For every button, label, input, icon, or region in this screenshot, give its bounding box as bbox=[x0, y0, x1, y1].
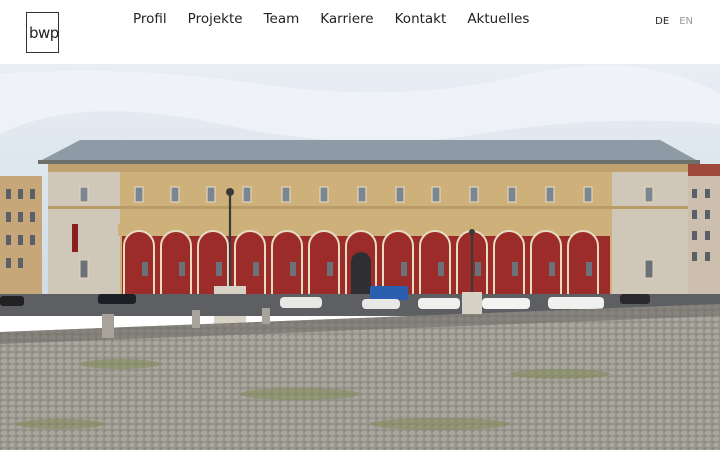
nav-item-karriere[interactable]: Karriere bbox=[320, 11, 373, 27]
nav-item-aktuelles[interactable]: Aktuelles bbox=[467, 11, 529, 27]
site-header: bwp Profil Projekte Team Karriere Kontak… bbox=[0, 0, 720, 64]
language-en-link[interactable]: EN bbox=[679, 16, 693, 27]
language-de-link[interactable]: DE bbox=[655, 16, 669, 27]
logo-text: bwp bbox=[29, 24, 59, 42]
nav-item-kontakt[interactable]: Kontakt bbox=[395, 11, 447, 27]
nav-item-projekte[interactable]: Projekte bbox=[188, 11, 243, 27]
main-navigation: Profil Projekte Team Karriere Kontakt Ak… bbox=[133, 11, 529, 27]
nav-item-team[interactable]: Team bbox=[264, 11, 300, 27]
building-photo bbox=[0, 64, 720, 450]
right-building bbox=[686, 170, 720, 304]
building-roof bbox=[40, 140, 698, 161]
bwp-logo[interactable]: bwp bbox=[26, 12, 59, 53]
hero-image bbox=[0, 64, 720, 450]
nav-item-profil[interactable]: Profil bbox=[133, 11, 167, 27]
language-switcher: DE EN bbox=[655, 16, 693, 27]
